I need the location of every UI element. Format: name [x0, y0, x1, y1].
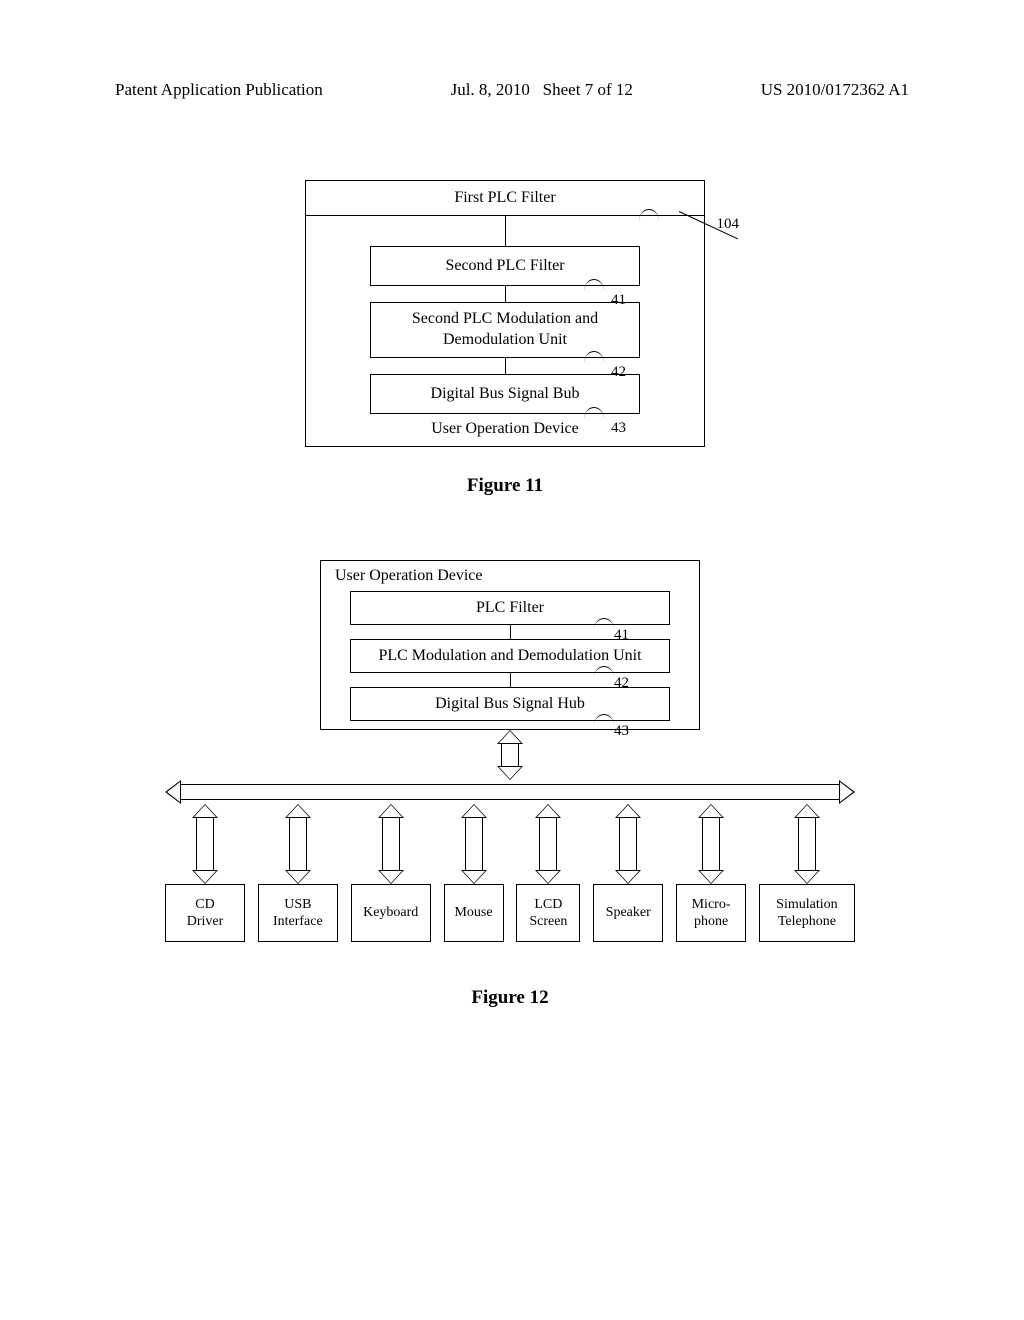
peripheral-keyboard: Keyboard: [351, 884, 431, 942]
bus-connector-arrow: [378, 804, 404, 884]
peripheral-usb-interface: USBInterface: [258, 884, 338, 942]
connector-line: [505, 358, 506, 374]
ref-arc-icon: [584, 407, 604, 419]
ref-arc-icon: [594, 618, 614, 630]
peripheral-cd-driver: CDDriver: [165, 884, 245, 942]
second-plc-modem-label-1: Second PLC Modulation and: [412, 309, 598, 330]
peripheral-col: Speaker: [593, 804, 663, 942]
header-left: Patent Application Publication: [115, 80, 323, 100]
ref-arc-icon: [594, 714, 614, 726]
figure-12: User Operation Device PLC Filter 41 PLC …: [165, 560, 855, 1009]
ref-arc-icon: [594, 666, 614, 678]
bus-connector-arrow: [615, 804, 641, 884]
connector-line: [510, 673, 511, 687]
first-plc-filter-box: First PLC Filter: [305, 180, 705, 216]
peripheral-label: LCDScreen: [529, 896, 567, 931]
peripheral-label: Speaker: [606, 904, 651, 922]
ref-43: 43: [611, 420, 626, 437]
bus-connector-arrow: [461, 804, 487, 884]
peripheral-label: Mouse: [454, 904, 492, 922]
peripheral-label: Keyboard: [363, 904, 418, 922]
user-operation-device-label: User Operation Device: [306, 420, 704, 438]
peripheral-label: SimulationTelephone: [776, 896, 837, 931]
figure-11: First PLC Filter 104 Second PLC Filter 4…: [305, 180, 705, 497]
peripheral-simulation-telephone: SimulationTelephone: [759, 884, 855, 942]
plc-filter-box: PLC Filter: [350, 591, 670, 625]
ref-arc-icon: [584, 351, 604, 363]
user-operation-device-box: Second PLC Filter 41 Second PLC Modulati…: [305, 215, 705, 447]
peripheral-microphone: Micro-phone: [676, 884, 746, 942]
peripheral-speaker: Speaker: [593, 884, 663, 942]
device-title: User Operation Device: [321, 567, 699, 585]
connector-line: [505, 216, 506, 246]
digital-bus-hub-box: Digital Bus Signal Bub: [370, 374, 640, 414]
first-plc-filter-label: First PLC Filter: [454, 189, 555, 207]
second-plc-filter-label: Second PLC Filter: [445, 257, 564, 275]
user-operation-device-box: User Operation Device PLC Filter 41 PLC …: [320, 560, 700, 730]
connector-line: [510, 625, 511, 639]
figure-12-caption: Figure 12: [165, 987, 855, 1009]
page-header: Patent Application Publication Jul. 8, 2…: [0, 80, 1024, 100]
peripheral-col: Keyboard: [351, 804, 431, 942]
ref-arc-icon: [584, 279, 604, 291]
digital-bus-hub-label: Digital Bus Signal Bub: [431, 385, 580, 403]
peripherals-row: CDDriver USBInterface Keyboard Mouse LCD…: [165, 804, 855, 942]
ref-104: 104: [717, 216, 740, 233]
peripheral-col: Mouse: [444, 804, 504, 942]
second-plc-modem-label-2: Demodulation Unit: [443, 330, 567, 351]
bus-connector-arrow: [497, 730, 523, 780]
header-middle: Jul. 8, 2010 Sheet 7 of 12: [451, 80, 633, 100]
peripheral-col: LCDScreen: [516, 804, 580, 942]
digital-bus-hub-box: Digital Bus Signal Hub: [350, 687, 670, 721]
peripheral-col: Micro-phone: [676, 804, 746, 942]
connector-line: [505, 286, 506, 302]
peripheral-label: USBInterface: [273, 896, 323, 931]
bus-connector-arrow: [698, 804, 724, 884]
second-plc-modem-box: Second PLC Modulation and Demodulation U…: [370, 302, 640, 358]
peripheral-mouse: Mouse: [444, 884, 504, 942]
bus-connector-arrow: [192, 804, 218, 884]
plc-modem-label: PLC Modulation and Demodulation Unit: [378, 647, 641, 665]
figure-11-caption: Figure 11: [305, 475, 705, 497]
bus-connector-arrow: [794, 804, 820, 884]
header-right: US 2010/0172362 A1: [761, 80, 909, 100]
peripheral-label: CDDriver: [187, 896, 224, 931]
digital-bus-hub-label: Digital Bus Signal Hub: [435, 695, 585, 713]
ref-43: 43: [614, 723, 629, 740]
peripheral-col: USBInterface: [258, 804, 338, 942]
bus-connector-arrow: [535, 804, 561, 884]
peripheral-lcd-screen: LCDScreen: [516, 884, 580, 942]
second-plc-filter-box: Second PLC Filter: [370, 246, 640, 286]
horizontal-bus-arrow: [165, 780, 855, 804]
plc-filter-label: PLC Filter: [476, 599, 544, 617]
plc-modem-box: PLC Modulation and Demodulation Unit: [350, 639, 670, 673]
peripheral-label: Micro-phone: [692, 896, 731, 931]
bus-connector-arrow: [285, 804, 311, 884]
peripheral-col: SimulationTelephone: [759, 804, 855, 942]
peripheral-col: CDDriver: [165, 804, 245, 942]
